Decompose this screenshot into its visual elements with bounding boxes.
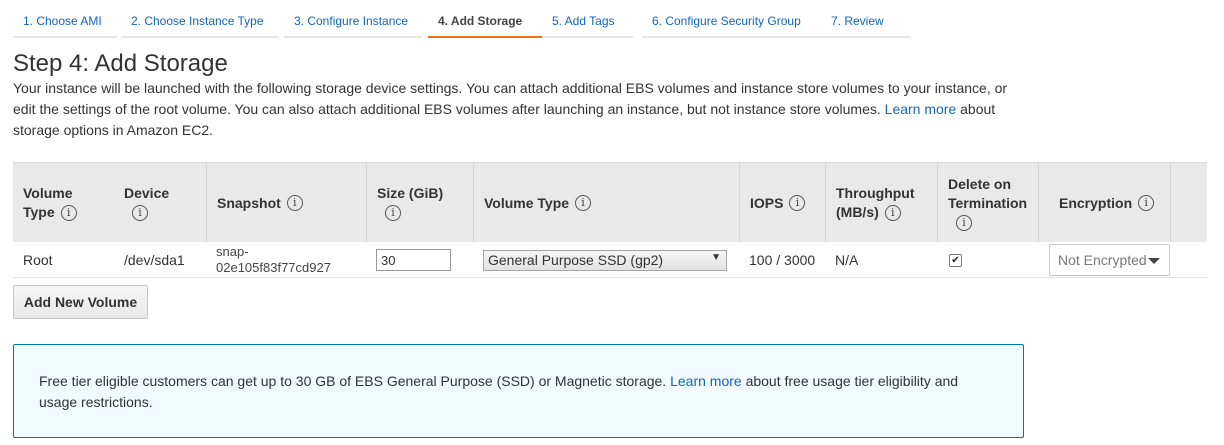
col-encryption: Encryption i	[1038, 163, 1170, 243]
delete-info-icon[interactable]: i	[956, 214, 972, 231]
table-row: Root /dev/sda1 snap- 02e105f83f77cd927 G…	[13, 242, 1207, 278]
storage-table: Volume Type i Device i Snapshot i Size (Gi…	[13, 162, 1207, 278]
tab-add-storage[interactable]: 4. Add Storage	[428, 0, 543, 38]
page-description: Your instance will be launched with the …	[13, 78, 1013, 141]
description-text: Your instance will be launched with the …	[13, 80, 1008, 117]
col-volume-type: Volume Type i	[13, 163, 113, 243]
col-spacer	[1170, 163, 1207, 243]
table-header: Volume Type i Device i Snapshot i Size (Gi…	[13, 162, 1207, 243]
tab-review[interactable]: 7. Review	[821, 0, 911, 38]
col-size: Size (GiB) i	[366, 163, 474, 243]
col-device: Device i	[124, 185, 170, 222]
col-delete-on-termination: Delete on Termination i	[937, 163, 1038, 243]
cell-iops: 100 / 3000	[749, 252, 816, 268]
tab-configure-security-group[interactable]: 6. Configure Security Group	[642, 0, 823, 38]
caret-down-icon	[1148, 258, 1160, 264]
page-title: Step 4: Add Storage	[13, 50, 228, 77]
notice-learn-more-link[interactable]: Learn more	[670, 373, 742, 389]
volume-type-select[interactable]: General Purpose SSD (gp2) ▼	[483, 249, 727, 271]
size-input[interactable]	[376, 249, 451, 271]
cell-device: /dev/sda1	[124, 252, 185, 268]
cell-encryption: Not Encrypted	[1038, 242, 1170, 278]
col-iops: IOPS i	[739, 163, 825, 243]
tab-add-tags[interactable]: 5. Add Tags	[542, 0, 633, 38]
encryption-select[interactable]: Not Encrypted	[1049, 244, 1170, 276]
col-snapshot: Snapshot i	[206, 163, 366, 243]
iops-info-icon[interactable]: i	[789, 195, 806, 211]
wizard-steps: 1. Choose AMI 2. Choose Instance Type 3.…	[13, 0, 1224, 38]
tab-choose-instance-type[interactable]: 2. Choose Instance Type	[121, 0, 279, 38]
col-volume-type-select: Volume Type i	[473, 163, 739, 243]
notice-text: Free tier eligible customers can get up …	[39, 373, 667, 389]
cell-volume-type: Root	[23, 252, 53, 268]
size-info-icon[interactable]: i	[385, 205, 401, 222]
learn-more-link[interactable]: Learn more	[885, 101, 957, 117]
delete-on-termination-checkbox[interactable]: ✔	[949, 253, 962, 267]
encryption-info-icon[interactable]: i	[1138, 195, 1155, 211]
dropdown-arrow-icon: ▼	[711, 251, 721, 263]
cell-throughput: N/A	[835, 252, 859, 268]
cell-snapshot: snap- 02e105f83f77cd927	[216, 244, 331, 275]
vtype-info-icon[interactable]: i	[575, 195, 592, 211]
volume-type-info-icon[interactable]: i	[60, 205, 77, 222]
free-tier-notice: Free tier eligible customers can get up …	[13, 344, 1024, 438]
snapshot-info-icon[interactable]: i	[286, 195, 303, 211]
cell-size	[366, 242, 474, 278]
tab-configure-instance[interactable]: 3. Configure Instance	[284, 0, 422, 38]
cell-delete-on-termination: ✔	[937, 242, 1038, 278]
throughput-info-icon[interactable]: i	[884, 205, 901, 222]
cell-volume-type-select: General Purpose SSD (gp2) ▼	[473, 242, 739, 278]
device-info-icon[interactable]: i	[132, 205, 148, 222]
tab-choose-ami[interactable]: 1. Choose AMI	[13, 0, 117, 38]
col-throughput: Throughput (MB/s) i	[825, 163, 937, 243]
add-new-volume-button[interactable]: Add New Volume	[13, 285, 148, 319]
